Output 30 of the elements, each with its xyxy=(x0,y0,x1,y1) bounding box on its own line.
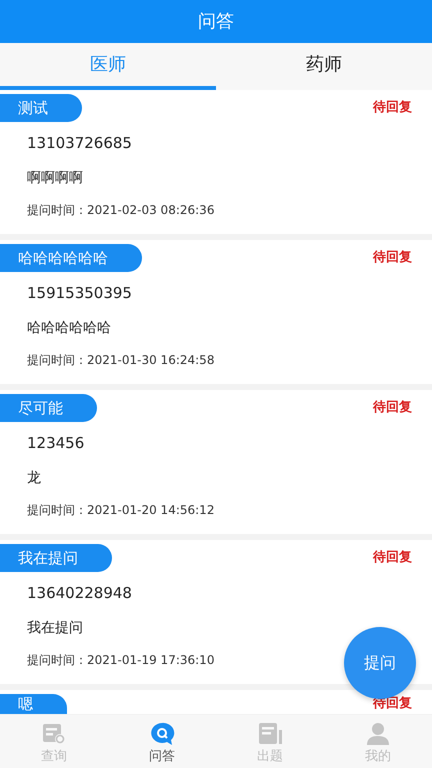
question-time: 提问时间：2021-01-19 17:36:10 xyxy=(27,652,214,668)
phone-number: 13640228948 xyxy=(27,583,132,604)
nav-tab[interactable]: 问答 xyxy=(108,715,216,768)
phone-number: 15915350395 xyxy=(27,283,132,304)
question-title-tag: 我在提问 xyxy=(0,544,112,572)
question-title-tag: 嗯 xyxy=(0,694,67,714)
status-label: 待回复 xyxy=(373,249,412,268)
question-text: 啊啊啊啊 xyxy=(27,168,83,188)
question-text: 龙 xyxy=(27,468,41,488)
question-card[interactable]: 哈哈哈哈哈哈 待回复 15915350395 哈哈哈哈哈哈 提问时间：2021-01-30 16:24:58 xyxy=(0,240,432,384)
question-text: 哈哈哈哈哈哈 xyxy=(27,318,111,338)
question-title-tag: 哈哈哈哈哈哈 xyxy=(0,244,142,272)
question-title-tag: 尽可能 xyxy=(0,394,97,422)
phone-number: 13103726685 xyxy=(27,133,132,154)
status-label: 待回复 xyxy=(373,99,412,118)
question-card[interactable]: 尽可能 待回复 123456 龙 提问时间：2021-01-20 14:56:12 xyxy=(0,390,432,534)
question-time: 提问时间：2021-02-03 08:26:36 xyxy=(27,202,214,218)
person-icon xyxy=(365,721,391,747)
question-time: 提问时间：2021-01-30 16:24:58 xyxy=(27,352,214,368)
question-text: 我在提问 xyxy=(27,618,83,638)
question-title-tag: 测试 xyxy=(0,94,82,122)
status-label: 待回复 xyxy=(373,549,412,568)
question-card[interactable]: 测试 待回复 13103726685 啊啊啊啊 提问时间：2021-02-03 08:26:36 xyxy=(0,90,432,234)
question-time: 提问时间：2021-01-20 14:56:12 xyxy=(27,502,214,518)
document-icon xyxy=(257,721,283,747)
chat-bubble-icon xyxy=(149,721,175,747)
tab[interactable]: 药师 xyxy=(216,43,432,90)
page-title: 问答 xyxy=(198,10,234,34)
status-label: 待回复 xyxy=(373,399,412,418)
phone-number: 123456 xyxy=(27,433,84,454)
